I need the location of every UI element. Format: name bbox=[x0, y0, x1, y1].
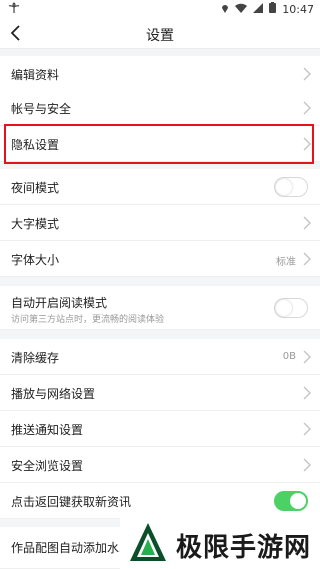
chevron-right-icon bbox=[303, 350, 311, 364]
toggle-knob bbox=[276, 179, 292, 195]
auto-reading-mode-toggle[interactable] bbox=[274, 298, 308, 318]
location-icon bbox=[221, 3, 229, 16]
watermark-text: 极限手游网 bbox=[176, 533, 312, 563]
row-label: 夜间模式 bbox=[11, 181, 60, 195]
row-label: 大字模式 bbox=[11, 217, 60, 231]
toggle-knob bbox=[276, 300, 292, 316]
wifi-icon bbox=[235, 3, 248, 16]
row-label: 清除缓存 bbox=[11, 351, 60, 365]
row-label: 安全浏览设置 bbox=[11, 459, 84, 473]
chevron-right-icon bbox=[303, 458, 311, 472]
chevron-right-icon bbox=[303, 386, 311, 400]
row-description: 访问第三方站点时，更流畅的阅读体验 bbox=[11, 315, 165, 325]
toggle-knob bbox=[290, 493, 306, 509]
chevron-right-icon bbox=[303, 252, 311, 266]
logo-emblem-icon bbox=[130, 523, 166, 561]
row-edit-profile[interactable]: 编辑资料 bbox=[0, 56, 320, 92]
back-refresh-toggle[interactable] bbox=[274, 491, 308, 511]
chevron-right-icon bbox=[303, 422, 311, 436]
clock-time: 10:47 bbox=[282, 2, 314, 16]
row-night-mode[interactable]: 夜间模式 bbox=[0, 169, 320, 205]
row-label: 帐号与安全 bbox=[11, 102, 72, 116]
watermark-logo: 极限手游网 bbox=[120, 517, 320, 569]
row-push-notifications[interactable]: 推送通知设置 bbox=[0, 411, 320, 447]
chevron-right-icon bbox=[303, 101, 311, 115]
row-auto-reading-mode[interactable]: 自动开启阅读模式 访问第三方站点时，更流畅的阅读体验 bbox=[0, 286, 320, 330]
row-account-security[interactable]: 帐号与安全 bbox=[0, 90, 320, 126]
page-title: 设置 bbox=[146, 28, 174, 44]
status-bar: 10:47 bbox=[0, 0, 320, 18]
row-font-size[interactable]: 字体大小 标准 bbox=[0, 241, 320, 277]
title-bar: 设置 bbox=[0, 18, 320, 49]
battery-icon bbox=[269, 2, 277, 16]
row-label: 字体大小 bbox=[11, 253, 60, 267]
row-label: 作品配图自动添加水印 bbox=[11, 541, 132, 555]
palm-tree-icon bbox=[8, 2, 20, 17]
row-label: 编辑资料 bbox=[11, 68, 60, 82]
night-mode-toggle[interactable] bbox=[274, 177, 308, 197]
row-back-refresh[interactable]: 点击返回键获取新资讯 bbox=[0, 483, 320, 519]
font-size-value: 标准 bbox=[276, 257, 296, 268]
row-label: 推送通知设置 bbox=[11, 423, 84, 437]
signal-icon bbox=[253, 2, 264, 16]
row-safe-browsing[interactable]: 安全浏览设置 bbox=[0, 447, 320, 483]
chevron-right-icon bbox=[303, 67, 311, 81]
row-large-font-mode[interactable]: 大字模式 bbox=[0, 205, 320, 241]
cache-size-value: 0B bbox=[282, 351, 296, 362]
row-clear-cache[interactable]: 清除缓存 0B bbox=[0, 339, 320, 375]
chevron-right-icon bbox=[303, 216, 311, 230]
highlight-box bbox=[4, 124, 314, 164]
row-label: 点击返回键获取新资讯 bbox=[11, 495, 132, 509]
row-label: 播放与网络设置 bbox=[11, 387, 96, 401]
row-label: 自动开启阅读模式 bbox=[11, 296, 108, 310]
row-playback-network[interactable]: 播放与网络设置 bbox=[0, 375, 320, 411]
